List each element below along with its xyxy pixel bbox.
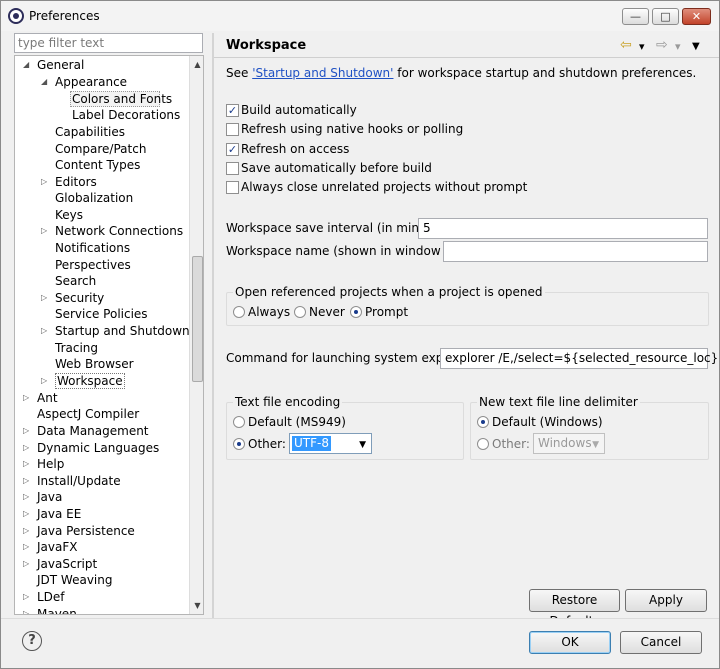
scrollbar-thumb[interactable]	[192, 256, 203, 382]
tree-item-tracing[interactable]: Tracing	[55, 340, 98, 356]
encoding-combo[interactable]: UTF-8 ▼	[289, 433, 372, 454]
checkbox-checked-icon[interactable]: ✓	[226, 143, 239, 156]
tree-item-globalization[interactable]: Globalization	[55, 190, 133, 206]
tree-item-colors-and-fonts[interactable]: Colors and Fonts	[72, 91, 172, 107]
tree-collapsed-icon[interactable]: ▷	[23, 606, 31, 614]
preference-tree: ◢ General ◢ Appearance Colors and Fonts La…	[14, 55, 204, 615]
workspace-page: Workspace ⇦ ▾ ⇨ ▾ ▼ See 'Startup and Shu…	[214, 33, 719, 628]
explorer-command-input[interactable]: explorer /E,/select=${selected_resource_…	[440, 348, 718, 369]
combo-arrow-icon[interactable]: ▼	[359, 440, 366, 450]
filter-input[interactable]	[14, 33, 203, 53]
group-title: Open referenced projects when a project …	[233, 285, 545, 299]
ok-button[interactable]: OK	[529, 631, 611, 654]
tree-item-notifications[interactable]: Notifications	[55, 240, 130, 256]
checkbox-unchecked-icon[interactable]	[226, 162, 239, 175]
tree-collapsed-icon[interactable]: ▷	[23, 473, 31, 489]
tree-collapsed-icon[interactable]: ▷	[41, 223, 49, 239]
tree-collapsed-icon[interactable]: ▷	[23, 440, 31, 456]
tree-item-search[interactable]: Search	[55, 273, 96, 289]
radio-off-icon[interactable]	[233, 306, 245, 318]
startup-shutdown-note: See 'Startup and Shutdown' for workspace…	[226, 66, 697, 80]
tree-item-compare-patch[interactable]: Compare/Patch	[55, 141, 146, 157]
tree-collapsed-icon[interactable]: ▷	[23, 456, 31, 472]
tree-collapsed-icon[interactable]: ▷	[41, 174, 49, 190]
open-referenced-projects-group: Open referenced projects when a project …	[226, 285, 709, 326]
startup-shutdown-link[interactable]: 'Startup and Shutdown'	[252, 66, 393, 80]
tree-collapsed-icon[interactable]: ▷	[23, 589, 31, 605]
radio-on-icon[interactable]	[350, 306, 362, 318]
tree-item-keys[interactable]: Keys	[55, 207, 83, 223]
page-title: Workspace	[226, 38, 307, 53]
tree-collapsed-icon[interactable]: ▷	[23, 506, 31, 522]
minimize-button[interactable]: —	[622, 8, 649, 25]
forward-dropdown-icon[interactable]: ▾	[675, 40, 681, 54]
apply-button[interactable]: Apply	[625, 589, 707, 612]
delimiter-combo[interactable]: Windows ▼	[533, 433, 605, 454]
tree-item-perspectives[interactable]: Perspectives	[55, 257, 131, 273]
save-interval-input[interactable]: 5	[418, 218, 708, 239]
tree-collapsed-icon[interactable]: ▷	[41, 323, 49, 339]
tree-expanded-icon[interactable]: ◢	[41, 74, 49, 90]
tree-scrollbar[interactable]: ▲ ▼	[189, 56, 203, 614]
help-icon[interactable]: ?	[22, 631, 42, 651]
radio-off-icon[interactable]	[233, 416, 245, 428]
tree-item-capabilities[interactable]: Capabilities	[55, 124, 125, 140]
back-dropdown-icon[interactable]: ▾	[639, 40, 645, 54]
scroll-up-arrow-icon[interactable]: ▲	[190, 56, 203, 73]
group-title: New text file line delimiter	[477, 395, 640, 409]
tree-collapsed-icon[interactable]: ▷	[41, 373, 49, 389]
tree-collapsed-icon[interactable]: ▷	[41, 290, 49, 306]
back-arrow-icon[interactable]: ⇦	[620, 38, 632, 52]
window-title: Preferences	[29, 9, 100, 23]
title-bar: Preferences — □ ✕	[1, 1, 719, 31]
forward-arrow-icon[interactable]: ⇨	[656, 38, 668, 52]
preferences-window: Preferences — □ ✕ ◢General ◢Appearance C…	[0, 0, 720, 669]
close-button[interactable]: ✕	[682, 8, 711, 25]
workspace-name-label: Workspace name (shown in window title):	[226, 244, 477, 258]
group-title: Text file encoding	[233, 395, 343, 409]
tree-item-aspectj-compiler[interactable]: AspectJ Compiler	[37, 406, 139, 422]
radio-off-icon[interactable]	[477, 438, 489, 450]
radio-off-icon[interactable]	[294, 306, 306, 318]
checkbox-unchecked-icon[interactable]	[226, 181, 239, 194]
restore-defaults-button[interactable]: Restore Defaults	[529, 589, 620, 628]
radio-on-icon[interactable]	[233, 438, 245, 450]
checkbox-checked-icon[interactable]: ✓	[226, 104, 239, 117]
explorer-command-label: Command for launching system explorer:	[226, 351, 475, 365]
tree-item-content-types[interactable]: Content Types	[55, 157, 140, 173]
line-delimiter-group: New text file line delimiter Default (Wi…	[470, 395, 709, 460]
tree-item-label-decorations[interactable]: Label Decorations	[72, 107, 180, 123]
text-file-encoding-group: Text file encoding Default (MS949) Other…	[226, 395, 464, 460]
dialog-footer: ? OK Cancel	[1, 618, 719, 668]
page-header: Workspace ⇦ ▾ ⇨ ▾ ▼	[214, 33, 719, 58]
combo-arrow-icon[interactable]: ▼	[592, 440, 599, 450]
maximize-button[interactable]: □	[652, 8, 679, 25]
tree-item-jdt-weaving[interactable]: JDT Weaving	[37, 572, 112, 588]
tree-collapsed-icon[interactable]: ▷	[23, 556, 31, 572]
checkbox-unchecked-icon[interactable]	[226, 123, 239, 136]
tree-collapsed-icon[interactable]: ▷	[23, 390, 31, 406]
cancel-button[interactable]: Cancel	[620, 631, 702, 654]
tree-collapsed-icon[interactable]: ▷	[23, 489, 31, 505]
tree-collapsed-icon[interactable]: ▷	[23, 523, 31, 539]
view-menu-icon[interactable]: ▼	[692, 40, 700, 54]
radio-on-icon[interactable]	[477, 416, 489, 428]
tree-item-web-browser[interactable]: Web Browser	[55, 356, 134, 372]
tree-collapsed-icon[interactable]: ▷	[23, 423, 31, 439]
tree-expanded-icon[interactable]: ◢	[23, 57, 31, 73]
eclipse-icon	[8, 8, 24, 24]
tree-item-service-policies[interactable]: Service Policies	[55, 306, 148, 322]
scroll-down-arrow-icon[interactable]: ▼	[190, 597, 203, 614]
workspace-name-input[interactable]	[443, 241, 708, 262]
tree-collapsed-icon[interactable]: ▷	[23, 539, 31, 555]
